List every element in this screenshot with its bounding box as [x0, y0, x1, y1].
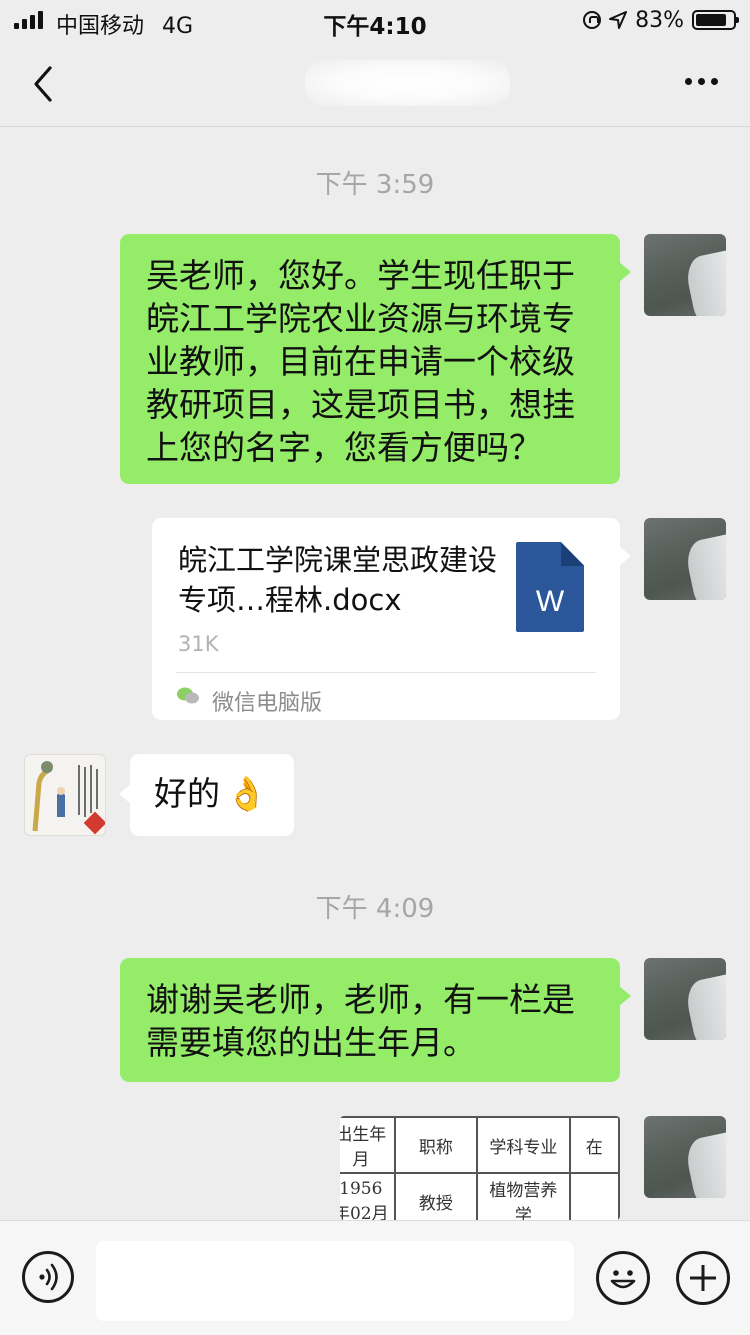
table-row: 1956年02月 教授 植物营养学: [340, 1172, 620, 1220]
battery-level: [696, 14, 726, 26]
emoji-icon[interactable]: [596, 1251, 650, 1305]
sent-message-bubble[interactable]: 吴老师，您好。学生现任职于皖江工学院农业资源与环境专业教师，目前在申请一个校级教…: [120, 234, 631, 484]
wechat-icon: [177, 687, 199, 704]
battery-icon: [692, 10, 739, 30]
ellipsis-icon[interactable]: [685, 78, 718, 85]
table-cell: 出生年月: [340, 1116, 396, 1174]
file-type-letter: W: [535, 585, 565, 618]
message-text: 吴老师，您好。学生现任职于皖江工学院农业资源与环境专业教师，目前在申请一个校级教…: [146, 256, 575, 467]
location-icon: [609, 11, 628, 29]
table-cell: 在: [568, 1116, 620, 1174]
avatar[interactable]: [24, 754, 106, 836]
message-timestamp: 下午 3:59: [315, 170, 435, 200]
chat-header: [0, 40, 750, 127]
file-name: 皖江工学院课堂思政建设专项…程林.docx: [178, 543, 498, 617]
image-message[interactable]: 出生年月 职称 学科专业 在 1956年02月 教授 植物营养学: [340, 1116, 620, 1220]
table-cell: 职称: [393, 1116, 479, 1174]
message-text: 好的: [154, 774, 220, 813]
avatar-illustration: [32, 761, 105, 835]
avatar[interactable]: [644, 1116, 726, 1198]
table-cell: 1956年02月: [340, 1172, 396, 1220]
table-row: 出生年月 职称 学科专业 在: [340, 1116, 620, 1174]
rotation-lock-icon: [583, 11, 602, 29]
voice-icon[interactable]: [22, 1251, 74, 1303]
plus-icon[interactable]: [676, 1251, 730, 1305]
file-message-card[interactable]: 皖江工学院课堂思政建设专项…程林.docx 31K W 微信电脑版: [152, 518, 631, 720]
avatar[interactable]: [644, 958, 726, 1040]
input-bar: [0, 1220, 750, 1335]
message-input[interactable]: [96, 1241, 574, 1321]
sent-message-bubble[interactable]: 谢谢吴老师，老师，有一栏是需要填您的出生年月。: [120, 958, 631, 1082]
divider: [176, 672, 596, 673]
message-text: 谢谢吴老师，老师，有一栏是需要填您的出生年月。: [146, 980, 575, 1062]
word-document-icon: W: [516, 542, 584, 632]
file-source-label: 微信电脑版: [212, 691, 323, 716]
status-right-group: 83%: [583, 6, 739, 34]
chat-title-redacted: [305, 60, 510, 106]
status-bar: 中国移动 4G 下午4:10 83%: [0, 0, 750, 40]
avatar[interactable]: [644, 518, 726, 600]
image-table: 出生年月 职称 学科专业 在 1956年02月 教授 植物营养学: [340, 1116, 620, 1220]
ok-hand-emoji: 👌: [226, 774, 268, 813]
table-cell: 植物营养学: [476, 1172, 571, 1220]
battery-percent: 83%: [635, 7, 684, 33]
table-cell: [568, 1172, 620, 1220]
received-message-bubble[interactable]: 好的 👌: [119, 754, 294, 836]
chevron-left-icon[interactable]: [28, 64, 64, 104]
file-size: 31K: [178, 632, 219, 656]
table-cell: 学科专业: [476, 1116, 571, 1174]
message-timestamp: 下午 4:09: [315, 894, 435, 924]
avatar[interactable]: [644, 234, 726, 316]
table-cell: 教授: [393, 1172, 479, 1220]
